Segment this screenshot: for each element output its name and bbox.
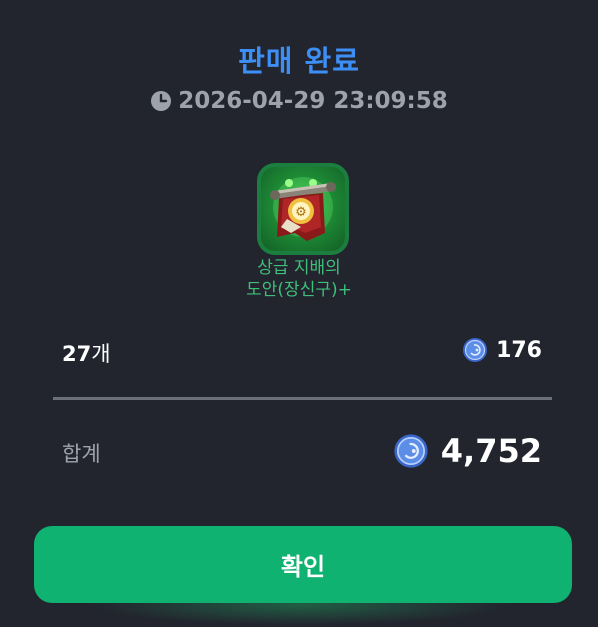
item-name-line2: 도안(장신구)+ bbox=[246, 280, 352, 300]
guild-banner-scroll-icon: ⚙ bbox=[270, 177, 336, 241]
silver-coin-icon bbox=[394, 434, 428, 468]
confirm-button[interactable]: 확인 bbox=[34, 526, 572, 603]
total-row: 4,752 bbox=[393, 432, 542, 470]
total-label: 합계 bbox=[62, 442, 101, 466]
silver-coin-icon bbox=[463, 338, 488, 362]
unit-price-value: 176 bbox=[496, 337, 542, 363]
sale-timestamp: 2026-04-29 23:09:58 bbox=[0, 88, 598, 114]
timestamp-text: 2026-04-29 23:09:58 bbox=[178, 88, 448, 114]
clock-icon bbox=[151, 91, 172, 111]
svg-text:⚙: ⚙ bbox=[295, 205, 307, 220]
dialog-title: 판매 완료 bbox=[238, 44, 360, 78]
item-name-line1: 상급 지배의 bbox=[257, 258, 341, 278]
quantity-value: 27 bbox=[62, 342, 92, 366]
unit-price-row: 176 bbox=[462, 337, 542, 363]
sale-complete-dialog: 판매 완료 2026-04-29 23:09:58 ⚙ 상급 지배의 도안(장신… bbox=[0, 0, 598, 627]
quantity-row: 27개 bbox=[62, 338, 111, 368]
total-value: 4,752 bbox=[440, 432, 542, 470]
item-icon-frame: ⚙ bbox=[257, 163, 349, 255]
item-name: 상급 지배의 도안(장신구)+ bbox=[0, 257, 598, 301]
quantity-unit: 개 bbox=[91, 342, 111, 366]
divider bbox=[53, 397, 552, 400]
